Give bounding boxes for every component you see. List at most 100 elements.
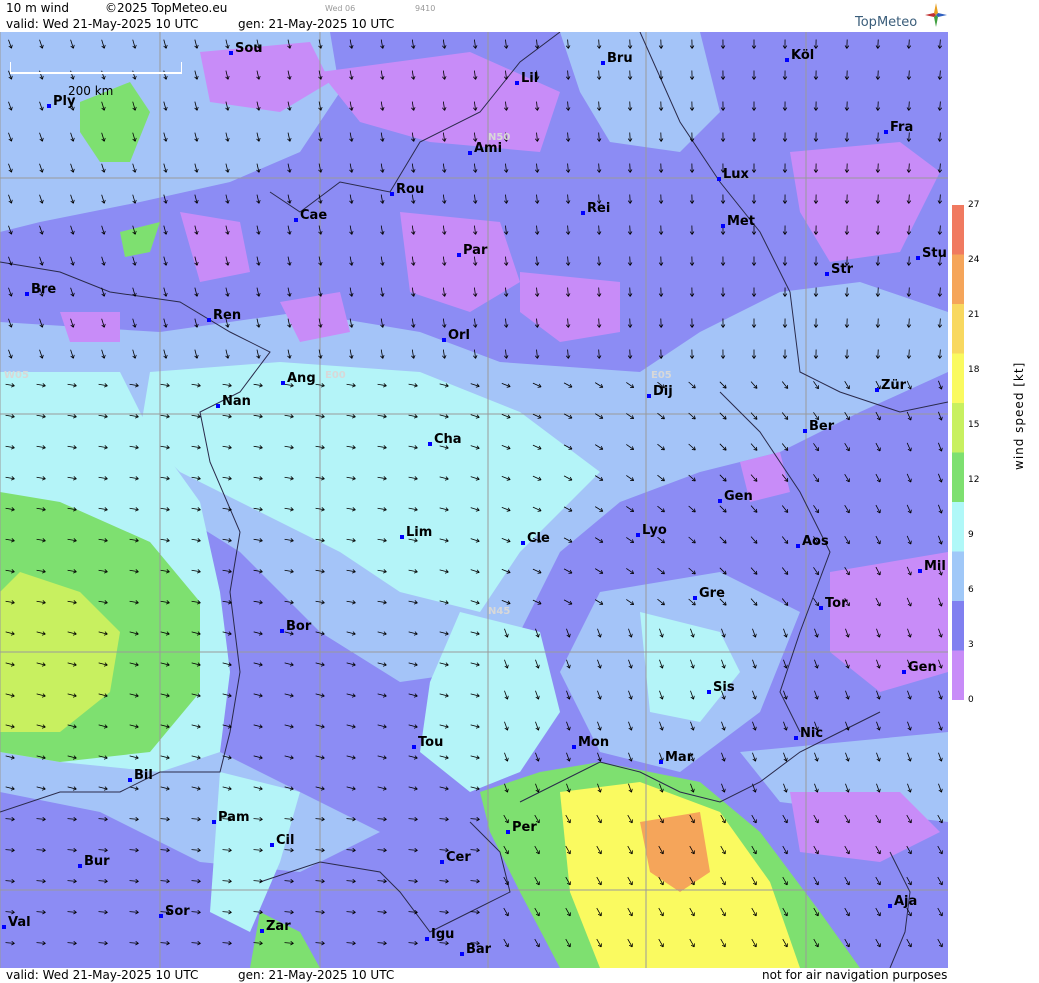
city-label: Rei [581,201,610,216]
city-label: Ang [281,371,316,386]
city-label: Cle [521,531,550,546]
colorbar-tick: 21 [968,310,980,320]
gen-time: gen: 21-May-2025 10 UTC [238,17,395,31]
colorbar-band [952,254,964,305]
city-label: Cae [294,208,327,223]
city-label: Str [825,262,853,277]
disclaimer: not for air navigation purposes [762,968,948,982]
wind-arrow [629,101,631,111]
city-label: Ren [207,308,241,323]
city-label: Igu [425,927,454,942]
wind-field [0,32,948,968]
colorbar-tick: 0 [968,695,974,705]
city-label: Gen [718,489,753,504]
run-code: 9410 [415,4,436,13]
city-label: Bre [25,282,56,297]
grid-label-n45: N45 [488,606,511,617]
city-label: Mar [659,750,693,765]
compass-star-icon [925,3,947,27]
city-label: Bil [128,768,153,783]
colorbar-tick: 3 [968,640,974,650]
city-label: Per [506,820,537,835]
map-footer: valid: Wed 21-May-2025 10 UTC gen: 21-Ma… [0,968,948,983]
city-label: Mil [918,559,946,574]
city-label: Stu [916,246,947,261]
city-label: Par [457,243,487,258]
wind-arrow [629,287,631,297]
calm-wind-zone [60,312,120,342]
wind-speed-colorbar [952,205,964,700]
footer-gen-time: gen: 21-May-2025 10 UTC [238,968,395,982]
grid-label-w05: W05 [4,370,29,381]
colorbar-tick: 27 [968,200,980,210]
copyright: ©2025 TopMeteo.eu [105,1,228,15]
wind-arrow [629,39,631,49]
wind-arrow [629,318,631,328]
city-label: Aja [888,894,917,909]
city-label: Cha [428,432,462,447]
city-label: Sou [229,41,263,56]
brand-name: TopMeteo [855,15,918,30]
city-label: Zar [260,919,291,934]
city-label: Met [721,214,755,229]
city-label: Lyo [636,523,667,538]
city-label: Tou [412,735,443,750]
wind-arrow [629,163,631,173]
grid-label-e05: E05 [651,370,672,381]
city-label: Köl [785,48,814,63]
wind-map[interactable]: 200 km N50 N45 W05 E00 E05 Sou Bru Köl L… [0,32,948,968]
colorbar-tick: 12 [968,475,980,485]
colorbar-band [952,452,964,503]
colorbar-band [952,551,964,602]
city-label: Gre [693,586,725,601]
city-label: Sis [707,680,735,695]
city-label: Pam [212,810,250,825]
footer-valid-time: valid: Wed 21-May-2025 10 UTC [6,968,199,982]
city-label: Dij [647,384,673,399]
city-label: Fra [884,120,913,135]
wind-arrow [629,256,631,266]
colorbar-tick: 6 [968,585,974,595]
wind-arrow [629,225,631,235]
colorbar-band [952,650,964,700]
colorbar-tick: 9 [968,530,974,540]
city-label: Lux [717,167,749,182]
colorbar-title: wind speed [kt] [1012,361,1026,470]
grid-label-e00: E00 [325,370,346,381]
city-label: Bor [280,619,311,634]
city-label: Sor [159,904,190,919]
city-label: Cil [270,833,294,848]
colorbar-band [952,502,964,552]
city-label: Mon [572,735,609,750]
city-label: Gen [902,660,937,675]
product-title: 10 m wind [6,1,69,15]
city-label: Cer [440,850,471,865]
map-header: 10 m wind ©2025 TopMeteo.eu Wed 06 9410 … [0,0,948,32]
city-label: Nic [794,726,823,741]
city-label: Ply [47,94,75,109]
city-label: Bar [460,942,491,957]
city-label: Val [2,915,31,930]
city-label: Aos [796,534,829,549]
city-label: Ber [803,419,834,434]
colorbar-band [952,205,964,255]
colorbar-band [952,403,964,453]
wind-arrow [629,194,631,204]
colorbar-tick: 15 [968,420,980,430]
colorbar-tick: 24 [968,255,980,265]
colorbar-band [952,601,964,651]
wind-arrow [629,70,631,80]
colorbar-tick: 18 [968,365,980,375]
city-label: Orl [442,328,470,343]
city-label: Lil [515,71,538,86]
city-label: Zür [875,378,906,393]
city-label: Rou [390,182,424,197]
city-label: Bru [601,51,633,66]
forecast-step: Wed 06 [325,4,356,13]
valid-time: valid: Wed 21-May-2025 10 UTC [6,17,199,31]
colorbar-band [952,304,964,354]
colorbar-band [952,353,964,404]
wind-arrow [629,349,631,359]
city-label: Nan [216,394,251,409]
city-label: Bur [78,854,110,869]
